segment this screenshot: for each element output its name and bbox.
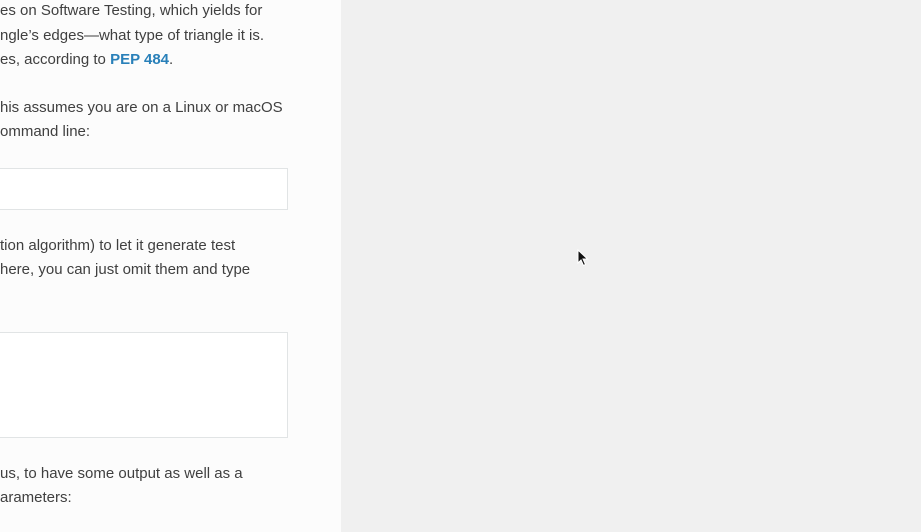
- text-line: his assumes you are on a Linux or macOS: [0, 99, 283, 116]
- text-line: arameters:: [0, 489, 72, 506]
- text-line: ngle’s edges—what type of triangle it is…: [0, 27, 265, 44]
- documentation-content: es on Software Testing, which yields for…: [0, 0, 341, 532]
- screen: es on Software Testing, which yields for…: [0, 0, 921, 532]
- text-fragment: es, according to: [0, 51, 111, 68]
- text-line: here, you can just omit them and type: [0, 261, 251, 278]
- text-line: es, according to PEP 484.: [0, 50, 173, 70]
- text-line: ommand line:: [0, 123, 91, 140]
- text-line: us, to have some output as well as a: [0, 465, 243, 482]
- code-block[interactable]: [0, 332, 288, 438]
- code-block[interactable]: [0, 168, 288, 210]
- empty-pane: [341, 0, 921, 532]
- text-line: es on Software Testing, which yields for: [0, 2, 263, 19]
- pep-484-link[interactable]: PEP 484: [110, 51, 169, 68]
- mouse-cursor-icon: [577, 249, 589, 267]
- text-fragment: .: [169, 51, 174, 68]
- text-line: tion algorithm) to let it generate test: [0, 237, 236, 254]
